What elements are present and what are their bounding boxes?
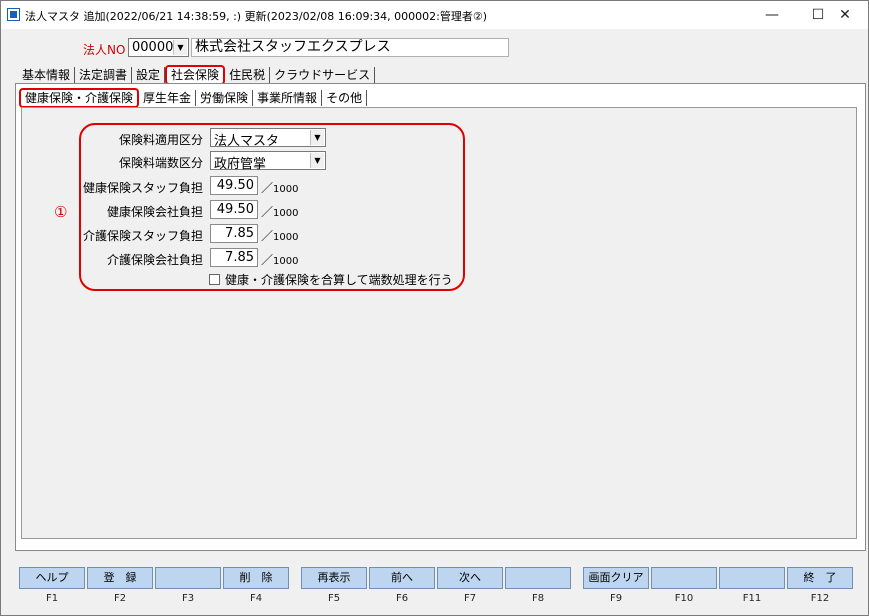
fkey-label: F11: [742, 593, 762, 604]
fkey-f6: 前へ F6: [369, 567, 436, 611]
fkey-f11: F11: [719, 567, 786, 611]
fkey-label: F3: [181, 593, 195, 604]
combine-rounding-option[interactable]: 健康・介護保険を合算して端数処理を行う: [209, 271, 453, 288]
sub-tabs: 健康保険・介護保険 厚生年金 労働保険 事業所情報 その他: [19, 88, 368, 108]
chevron-down-icon[interactable]: ▼: [310, 130, 324, 145]
unit-slash: ／: [261, 253, 274, 267]
rounding-value: 政府管掌: [214, 157, 267, 172]
fkey-f9: 画面クリア F9: [583, 567, 650, 611]
exit-button[interactable]: 終 了: [787, 567, 853, 589]
f10-button[interactable]: [651, 567, 717, 589]
health-staff-label: 健康保険スタッフ負担: [82, 181, 203, 195]
register-button[interactable]: 登 録: [87, 567, 153, 589]
f3-button[interactable]: [155, 567, 221, 589]
window-title: 法人マスタ 追加(2022/06/21 14:38:59, :) 更新(2023…: [25, 10, 488, 23]
care-staff-unit: ／1000: [261, 227, 298, 244]
health-company-unit: ／1000: [261, 203, 298, 220]
fkey-label: F7: [463, 593, 477, 604]
refresh-button[interactable]: 再表示: [301, 567, 367, 589]
chevron-down-icon[interactable]: ▼: [173, 40, 187, 55]
combine-rounding-label: 健康・介護保険を合算して端数処理を行う: [225, 273, 453, 287]
fkey-label: F6: [395, 593, 409, 604]
fkey-f1: ヘルプ F1: [19, 567, 86, 611]
combine-rounding-checkbox[interactable]: [209, 274, 220, 285]
rounding-select[interactable]: 政府管掌 ▼: [210, 151, 326, 172]
fkey-label: F1: [45, 593, 59, 604]
tab-settings[interactable]: 設定: [132, 67, 166, 83]
application-value: 法人マスタ: [214, 134, 280, 149]
unit-slash: ／: [261, 181, 274, 195]
subtab-office-info[interactable]: 事業所情報: [253, 90, 323, 106]
tab-social-insurance[interactable]: 社会保険: [165, 65, 226, 85]
care-company-label: 介護保険会社負担: [106, 253, 203, 267]
care-staff-label: 介護保険スタッフ負担: [82, 229, 203, 243]
subtab-other[interactable]: その他: [322, 90, 368, 106]
tab-legal-documents[interactable]: 法定調書: [75, 67, 133, 83]
tab-resident-tax[interactable]: 住民税: [225, 67, 271, 83]
corp-name-field[interactable]: 株式会社スタッフエクスプレス: [191, 38, 509, 57]
next-button[interactable]: 次へ: [437, 567, 503, 589]
unit-base: 1000: [273, 184, 299, 195]
tab-cloud-service[interactable]: クラウドサービス: [270, 67, 376, 83]
tab-basic-info[interactable]: 基本情報: [18, 67, 76, 83]
health-staff-field[interactable]: 49.50: [210, 176, 258, 195]
delete-button[interactable]: 削 除: [223, 567, 289, 589]
application-label: 保険料適用区分: [118, 133, 203, 147]
subtab-labor-insurance[interactable]: 労働保険: [196, 90, 254, 106]
subtab-health-care-insurance[interactable]: 健康保険・介護保険: [19, 88, 140, 108]
health-staff-unit: ／1000: [261, 179, 298, 196]
previous-button[interactable]: 前へ: [369, 567, 435, 589]
application-select[interactable]: 法人マスタ ▼: [210, 128, 326, 149]
fkey-f2: 登 録 F2: [87, 567, 154, 611]
fkey-f4: 削 除 F4: [223, 567, 290, 611]
app-window: 法人マスタ 追加(2022/06/21 14:38:59, :) 更新(2023…: [0, 0, 869, 616]
fkey-label: F2: [113, 593, 127, 604]
rounding-label: 保険料端数区分: [118, 156, 203, 170]
fkey-label: F8: [531, 593, 545, 604]
unit-base: 1000: [273, 232, 299, 243]
care-company-field[interactable]: 7.85: [210, 248, 258, 267]
help-button[interactable]: ヘルプ: [19, 567, 85, 589]
health-company-label: 健康保険会社負担: [106, 205, 203, 219]
fkey-label: F10: [674, 593, 694, 604]
care-company-unit: ／1000: [261, 251, 298, 268]
main-tabs: 基本情報 法定調書 設定 社会保険 住民税 クラウドサービス: [18, 65, 376, 85]
fkey-f3: F3: [155, 567, 222, 611]
fkey-f7: 次へ F7: [437, 567, 504, 611]
function-key-bar: ヘルプ F1 登 録 F2 F3 削 除 F4 再表示 F5 前へ F6 次へ F7 F8 …: [19, 567, 857, 611]
unit-base: 1000: [273, 208, 299, 219]
care-staff-field[interactable]: 7.85: [210, 224, 258, 243]
unit-slash: ／: [261, 205, 274, 219]
corp-no-label: 法人NO: [83, 43, 126, 57]
f11-button[interactable]: [719, 567, 785, 589]
unit-base: 1000: [273, 256, 299, 267]
fkey-label: F12: [810, 593, 830, 604]
fkey-f12: 終 了 F12: [787, 567, 854, 611]
fkey-label: F4: [249, 593, 263, 604]
unit-slash: ／: [261, 229, 274, 243]
minimize-button[interactable]: —: [749, 1, 795, 29]
fkey-label: F9: [609, 593, 623, 604]
corp-code-select[interactable]: 000001 ▼: [128, 38, 189, 57]
f8-button[interactable]: [505, 567, 571, 589]
fkey-label: F5: [327, 593, 341, 604]
app-icon: [7, 8, 20, 21]
close-button[interactable]: ✕: [822, 1, 868, 29]
clear-screen-button[interactable]: 画面クリア: [583, 567, 649, 589]
title-bar: 法人マスタ 追加(2022/06/21 14:38:59, :) 更新(2023…: [1, 1, 868, 29]
fkey-f8: F8: [505, 567, 572, 611]
health-company-field[interactable]: 49.50: [210, 200, 258, 219]
subtab-pension[interactable]: 厚生年金: [139, 90, 197, 106]
chevron-down-icon[interactable]: ▼: [310, 153, 324, 168]
fkey-f5: 再表示 F5: [301, 567, 368, 611]
fkey-f10: F10: [651, 567, 718, 611]
